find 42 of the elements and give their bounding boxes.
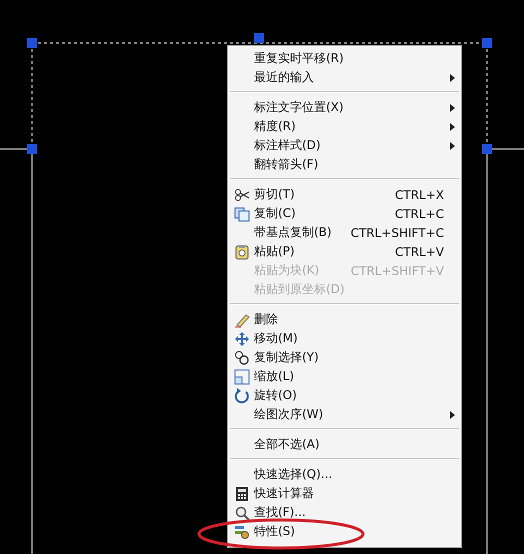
grip-handle[interactable] (27, 144, 37, 154)
properties-icon (234, 524, 250, 540)
menu-item[interactable]: 剪切(T) CTRL+X (228, 185, 461, 204)
magnifier-icon (234, 504, 250, 520)
menu-item[interactable]: 复制选择(Y) (228, 348, 461, 367)
calculator-icon (234, 486, 250, 502)
menu-item[interactable]: 绘图次序(W) (228, 405, 461, 424)
shortcut-text: CTRL+V (395, 244, 444, 258)
menu-item[interactable]: 特性(S) (228, 522, 461, 541)
menu-item[interactable]: 标注文字位置(X) (228, 98, 461, 117)
rotate-icon (234, 388, 250, 404)
scissors-icon (234, 186, 250, 202)
menu-item[interactable]: 缩放(L) (228, 367, 461, 386)
eraser-icon (234, 312, 250, 328)
shortcut-text: CTRL+SHIFT+V (350, 264, 444, 278)
grip-handle[interactable] (482, 144, 492, 154)
menu-item[interactable]: 精度(R) (228, 117, 461, 136)
menu-item[interactable]: 带基点复制(B) CTRL+SHIFT+C (228, 223, 461, 242)
menu-item[interactable]: 旋转(O) (228, 386, 461, 405)
shortcut-text: CTRL+C (394, 206, 444, 220)
circles-icon (234, 350, 250, 366)
menu-item[interactable]: 粘贴(P) CTRL+V (228, 242, 461, 261)
menu-item[interactable]: 查找(F)... (228, 503, 461, 522)
menu-item[interactable]: 重复实时平移(R) (228, 49, 461, 68)
menu-item[interactable]: 全部不选(A) (228, 435, 461, 454)
menu-item[interactable]: 标注样式(D) (228, 136, 461, 155)
copy-icon (234, 206, 250, 222)
menu-item[interactable]: 删除 (228, 310, 461, 329)
menu-item[interactable]: 快速选择(Q)... (228, 465, 461, 484)
grip-handle[interactable] (27, 38, 37, 48)
menu-item[interactable]: 移动(M) (228, 329, 461, 348)
grip-handle[interactable] (482, 38, 492, 48)
shortcut-text: CTRL+SHIFT+C (350, 226, 444, 240)
clipboard-icon (234, 244, 250, 260)
shortcut-text: CTRL+X (394, 188, 444, 202)
menu-item[interactable]: 翻转箭头(F) (228, 155, 461, 174)
menu-item[interactable]: 最近的输入 (228, 68, 461, 87)
move-icon (234, 330, 250, 346)
menu-item[interactable]: 快速计算器 (228, 484, 461, 503)
scale-icon (234, 368, 250, 384)
grip-handle[interactable] (254, 33, 264, 43)
menu-item[interactable]: 复制(C) CTRL+C (228, 204, 461, 223)
